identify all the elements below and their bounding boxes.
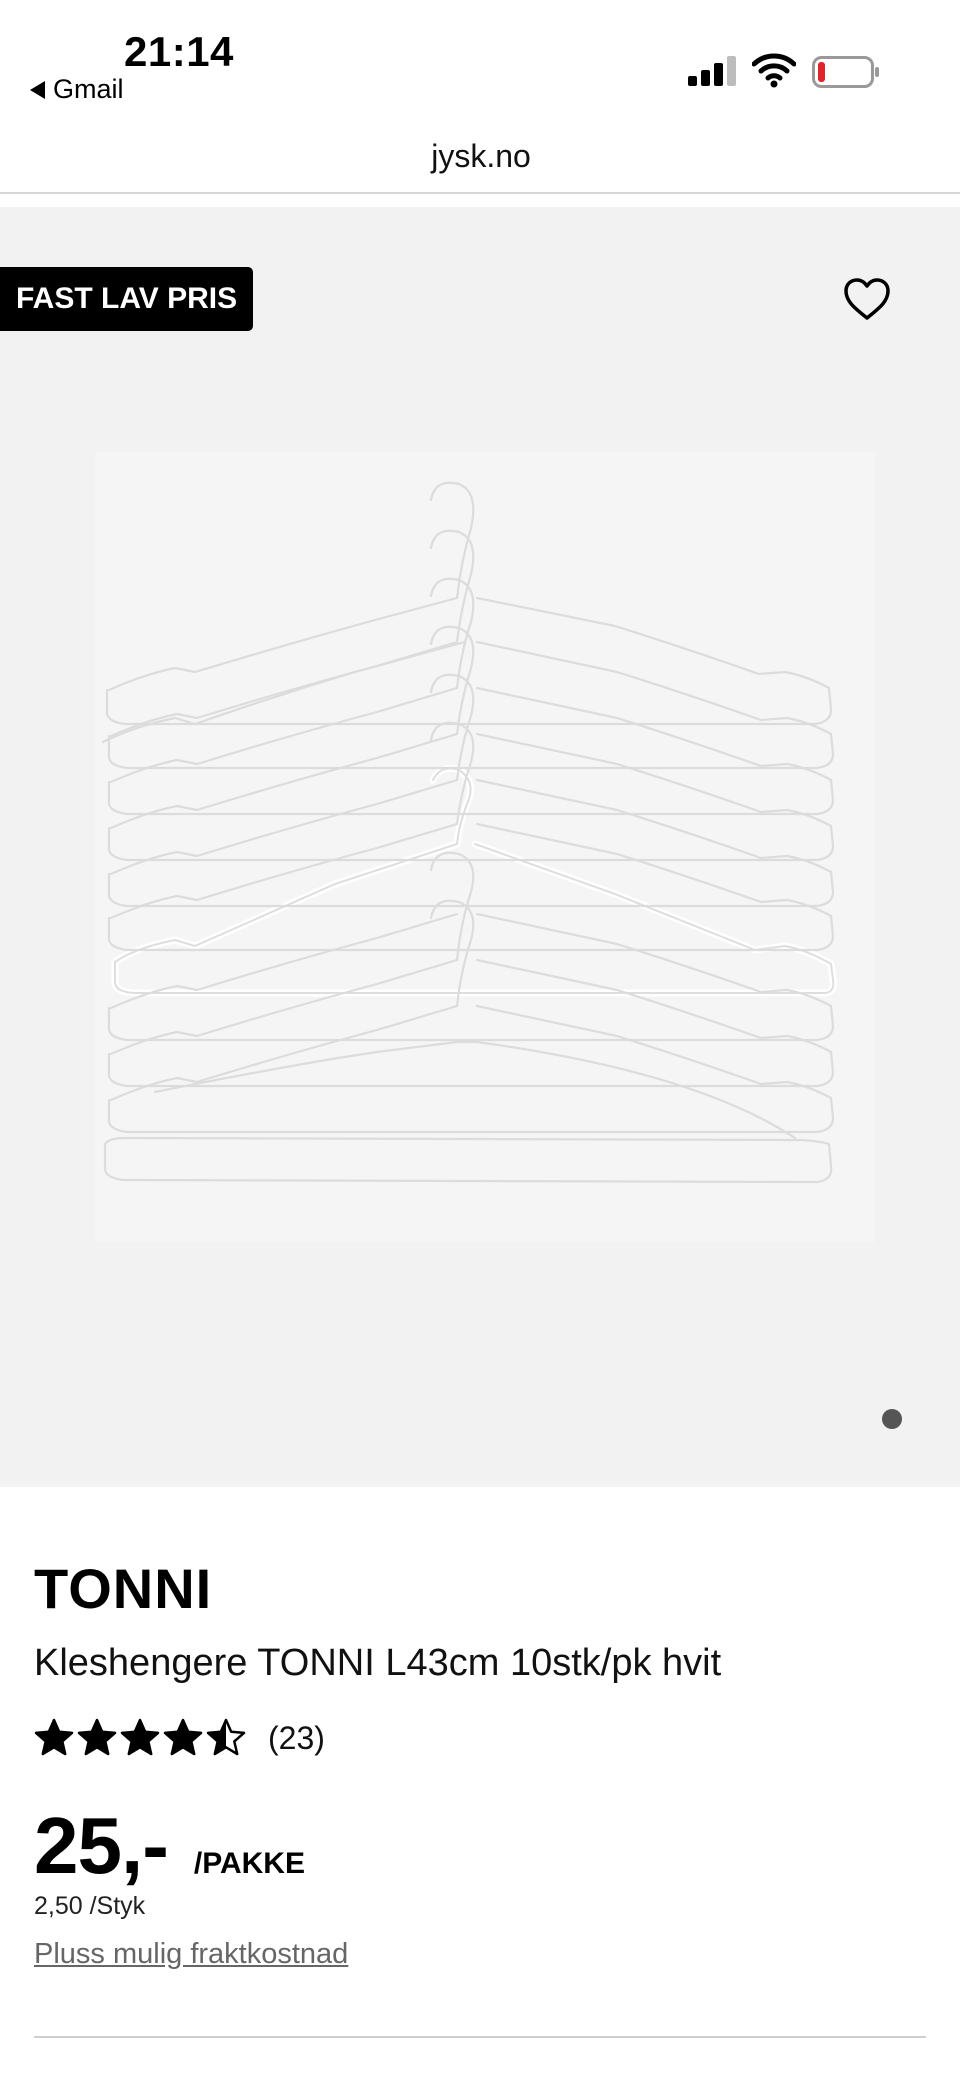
product-title: Kleshengere TONNI L43cm 10stk/pk hvit bbox=[34, 1642, 722, 1684]
status-time: 21:14 bbox=[124, 28, 234, 75]
carousel-indicator-dot[interactable] bbox=[882, 1409, 902, 1429]
address-bar[interactable]: jysk.no bbox=[0, 120, 960, 194]
star-half-icon bbox=[206, 1718, 246, 1756]
wifi-icon bbox=[752, 53, 796, 88]
status-bar: 21:14 Gmail bbox=[0, 0, 960, 120]
star-full-icon bbox=[120, 1718, 160, 1756]
rating-stars bbox=[34, 1718, 246, 1758]
product-rating[interactable]: (23) bbox=[34, 1718, 325, 1758]
signal-icon bbox=[688, 56, 736, 86]
price-row: 25,- /PAKKE bbox=[34, 1800, 305, 1892]
review-count[interactable]: (23) bbox=[268, 1720, 325, 1757]
hangers-image bbox=[95, 452, 875, 1242]
star-full-icon bbox=[34, 1718, 74, 1756]
back-to-app-button[interactable]: Gmail bbox=[30, 74, 124, 105]
heart-icon[interactable] bbox=[842, 275, 892, 325]
product-price: 25,- bbox=[34, 1801, 169, 1890]
price-unit: /PAKKE bbox=[193, 1847, 305, 1880]
shipping-cost-link[interactable]: Pluss mulig fraktkostnad bbox=[34, 1938, 348, 1971]
star-full-icon bbox=[163, 1718, 203, 1756]
back-arrow-icon bbox=[30, 80, 45, 99]
battery-icon bbox=[812, 56, 879, 88]
product-brand: TONNI bbox=[34, 1557, 213, 1620]
back-app-label: Gmail bbox=[53, 74, 124, 104]
unit-price: 2,50 /Styk bbox=[34, 1892, 146, 1920]
product-gallery[interactable]: FAST LAV PRIS bbox=[0, 207, 960, 1487]
price-badge: FAST LAV PRIS bbox=[0, 267, 254, 331]
section-divider bbox=[34, 2036, 926, 2038]
star-full-icon bbox=[77, 1718, 117, 1756]
url-domain: jysk.no bbox=[431, 137, 531, 174]
